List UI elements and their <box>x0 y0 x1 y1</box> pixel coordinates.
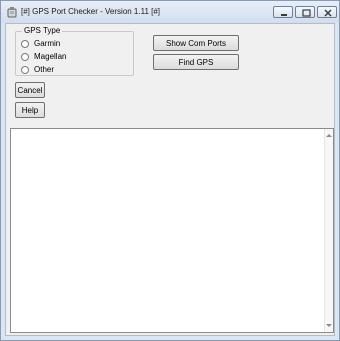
radio-other-indicator[interactable] <box>21 65 29 74</box>
minimize-icon <box>281 14 287 16</box>
gps-app-icon <box>7 6 17 18</box>
close-icon <box>324 9 332 17</box>
show-com-ports-button[interactable]: Show Com Ports <box>153 35 239 51</box>
scroll-up-arrow-icon[interactable] <box>325 131 333 140</box>
vertical-scrollbar[interactable] <box>324 129 333 332</box>
radio-magellan-label: Magellan <box>34 52 67 61</box>
radio-magellan-indicator[interactable] <box>21 52 29 61</box>
gps-type-group: GPS Type Garmin Magellan Other <box>15 26 134 76</box>
close-button[interactable] <box>317 6 337 18</box>
find-gps-button[interactable]: Find GPS <box>153 54 239 70</box>
radio-magellan[interactable]: Magellan <box>21 51 66 62</box>
window-title: [#] GPS Port Checker - Version 1.11 [#] <box>21 7 161 16</box>
radio-garmin-label: Garmin <box>34 39 61 48</box>
scroll-down-arrow-icon[interactable] <box>325 321 333 330</box>
radio-garmin[interactable]: Garmin <box>21 38 60 49</box>
radio-garmin-indicator[interactable] <box>21 39 29 48</box>
radio-other[interactable]: Other <box>21 64 54 75</box>
radio-other-label: Other <box>34 65 55 74</box>
maximize-icon <box>302 9 311 17</box>
client-area: GPS Type Garmin Magellan Other Show Com … <box>5 23 335 336</box>
app-window: [#] GPS Port Checker - Version 1.11 [#] … <box>0 0 340 341</box>
gps-type-legend: GPS Type <box>22 26 63 35</box>
maximize-button[interactable] <box>295 6 315 18</box>
cancel-button[interactable]: Cancel <box>15 82 45 98</box>
output-textbox[interactable] <box>10 128 334 333</box>
minimize-button[interactable] <box>273 6 293 18</box>
title-bar[interactable]: [#] GPS Port Checker - Version 1.11 [#] <box>1 1 339 23</box>
help-button[interactable]: Help <box>15 102 45 118</box>
